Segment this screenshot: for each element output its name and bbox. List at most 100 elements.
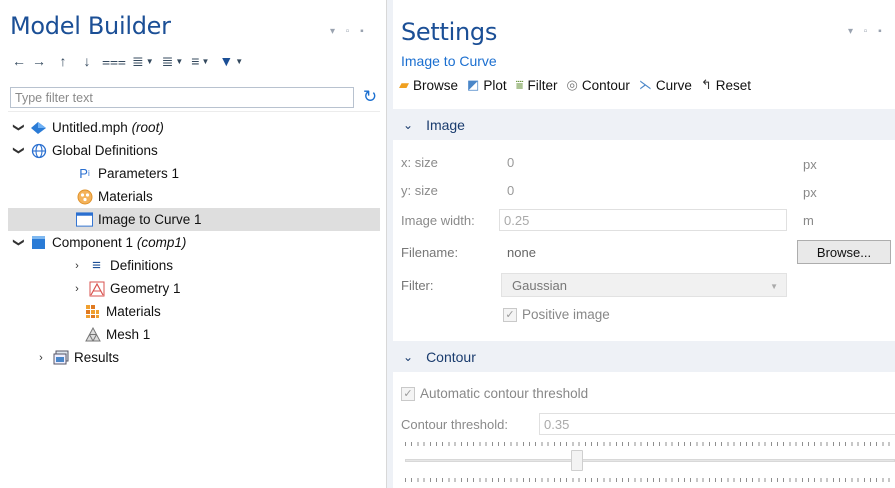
positive-image-label: Positive image xyxy=(522,307,610,322)
tree-item-geometry[interactable]: › Geometry 1 xyxy=(8,277,380,300)
x-size-value: 0 xyxy=(507,155,515,170)
contour-section-header[interactable]: ⌄ Contour xyxy=(393,341,895,372)
x-size-unit: px xyxy=(803,157,817,172)
contour-icon: ◎ xyxy=(566,77,578,92)
tree-item-definitions[interactable]: › ≡ Definitions xyxy=(8,254,380,277)
y-size-label: y: size xyxy=(401,183,438,198)
pin-icon[interactable]: ▼ ▼ xyxy=(219,51,243,71)
tree-item-root[interactable]: ❯ Untitled.mph (root) xyxy=(8,116,380,139)
plot-button[interactable]: ◩ Plot xyxy=(467,77,507,93)
plot-icon: ◩ xyxy=(467,77,480,92)
threshold-slider-track[interactable] xyxy=(405,459,895,462)
tree-label: Untitled.mph xyxy=(52,120,128,135)
curve-label: Curve xyxy=(655,77,692,93)
filter-input[interactable] xyxy=(10,87,354,108)
panel-title: Settings xyxy=(401,18,498,46)
filter-icon: ⩸ xyxy=(515,77,524,92)
arrow-right-icon[interactable]: → xyxy=(30,51,48,71)
checkmark-icon: ✓ xyxy=(503,307,517,322)
contour-label: Contour xyxy=(581,77,630,93)
materials-grid-icon xyxy=(84,303,101,320)
chevron-right-icon[interactable]: › xyxy=(34,352,48,364)
chevron-down-icon[interactable]: ❯ xyxy=(13,144,26,158)
model-builder-toolbar: ← → ↑ ↓ ⩶ ≣ ▼ ≣ ▼ ≡ ▼ ▼ ▼ xyxy=(10,51,243,71)
tree-label: Mesh 1 xyxy=(106,327,151,342)
definitions-icon: ≡ xyxy=(92,257,101,274)
expand-icon[interactable]: ≣ ▼ xyxy=(132,51,154,71)
slider-ticks-bottom xyxy=(405,478,895,482)
reset-label: Reset xyxy=(715,77,752,93)
threshold-slider-thumb[interactable] xyxy=(570,450,583,471)
window-controls[interactable]: ▾ ▫ ▪ xyxy=(330,26,368,37)
chevron-down-icon[interactable]: ❯ xyxy=(13,236,26,250)
panel-title: Model Builder xyxy=(10,12,171,40)
arrow-left-icon[interactable]: ← xyxy=(10,51,28,71)
tree-label: Global Definitions xyxy=(52,143,158,158)
view-icon[interactable]: ≡ ▼ xyxy=(191,51,209,71)
tree-item-component[interactable]: ❯ Component 1 (comp1) xyxy=(8,231,380,254)
threshold-field[interactable] xyxy=(539,413,895,435)
tree-item-global-definitions[interactable]: ❯ Global Definitions xyxy=(8,139,380,162)
chevron-down-icon: ⌄ xyxy=(403,117,414,132)
component-icon xyxy=(30,234,47,251)
tree-item-materials-global[interactable]: Materials xyxy=(8,185,380,208)
collapse-icon[interactable]: ≣ ▼ xyxy=(162,51,184,71)
threshold-label: Contour threshold: xyxy=(401,417,508,432)
reset-icon: ↰ xyxy=(700,77,712,92)
image-width-unit: m xyxy=(803,213,814,228)
materials-icon xyxy=(76,188,93,205)
tree-label: Component 1 xyxy=(52,235,134,250)
refresh-icon[interactable]: ↻ xyxy=(359,86,381,108)
filter-button[interactable]: ⩸ Filter xyxy=(516,77,558,93)
tree-label: Results xyxy=(74,350,120,365)
parameters-icon: Pi xyxy=(79,166,90,181)
plot-label: Plot xyxy=(483,77,507,93)
tree-item-materials[interactable]: Materials xyxy=(8,300,380,323)
tree-suffix: (root) xyxy=(131,120,164,135)
arrow-down-icon[interactable]: ↓ xyxy=(78,51,96,71)
browse-toolbar-label: Browse xyxy=(413,77,459,93)
y-size-value: 0 xyxy=(507,183,515,198)
tree-label: Parameters 1 xyxy=(98,166,180,181)
chevron-down-icon[interactable]: ❯ xyxy=(13,121,26,135)
auto-threshold-label: Automatic contour threshold xyxy=(420,386,589,401)
tree-item-mesh[interactable]: Mesh 1 xyxy=(8,323,380,346)
window-controls[interactable]: ▾ ▫ ▪ xyxy=(848,26,886,37)
browse-button[interactable]: Browse... xyxy=(797,240,891,264)
show-icon[interactable]: ⩶ xyxy=(102,51,126,71)
model-icon xyxy=(30,119,47,136)
positive-image-checkbox[interactable]: ✓ Positive image xyxy=(503,307,610,322)
model-tree: ❯ Untitled.mph (root) ❯ Global Definitio… xyxy=(8,111,380,488)
section-title: Image xyxy=(426,116,465,133)
chevron-down-icon: ⌄ xyxy=(403,349,414,364)
contour-button[interactable]: ◎ Contour xyxy=(566,77,629,93)
filename-value: none xyxy=(507,245,536,260)
auto-threshold-checkbox[interactable]: ✓ Automatic contour threshold xyxy=(401,386,588,401)
curve-button[interactable]: ⋋ Curve xyxy=(639,77,692,93)
filter-field-label: Filter: xyxy=(401,278,434,293)
browse-toolbar-button[interactable]: ▰ Browse xyxy=(399,77,458,93)
image-section-header[interactable]: ⌄ Image xyxy=(393,109,895,140)
slider-ticks-top xyxy=(405,442,895,446)
x-size-label: x: size xyxy=(401,155,438,170)
chevron-right-icon[interactable]: › xyxy=(70,283,84,295)
globe-icon xyxy=(30,142,47,159)
model-builder-panel: Model Builder ▾ ▫ ▪ ← → ↑ ↓ ⩶ ≣ ▼ ≣ ▼ ≡ ▼ ▼… xyxy=(0,0,387,488)
tree-label: Definitions xyxy=(110,258,174,273)
image-width-field[interactable] xyxy=(499,209,787,231)
filter-select[interactable]: Gaussian ▼ xyxy=(501,273,787,297)
chevron-right-icon[interactable]: › xyxy=(70,260,84,272)
tree-item-image-to-curve[interactable]: Image to Curve 1 xyxy=(8,208,380,231)
tree-item-parameters[interactable]: Pi Parameters 1 xyxy=(8,162,380,185)
filter-label: Filter xyxy=(527,77,558,93)
tree-suffix: (comp1) xyxy=(136,235,187,250)
filter-select-value: Gaussian xyxy=(512,278,567,293)
arrow-up-icon[interactable]: ↑ xyxy=(54,51,72,71)
tree-label: Image to Curve 1 xyxy=(98,212,202,227)
window-icon xyxy=(76,211,93,228)
curve-icon: ⋋ xyxy=(638,77,652,92)
reset-button[interactable]: ↰ Reset xyxy=(701,77,751,93)
tree-item-results[interactable]: › Results xyxy=(8,346,380,369)
settings-panel: Settings ▾ ▫ ▪ Image to Curve ▰ Browse ◩… xyxy=(393,0,895,488)
chevron-down-icon: ▼ xyxy=(770,282,778,291)
